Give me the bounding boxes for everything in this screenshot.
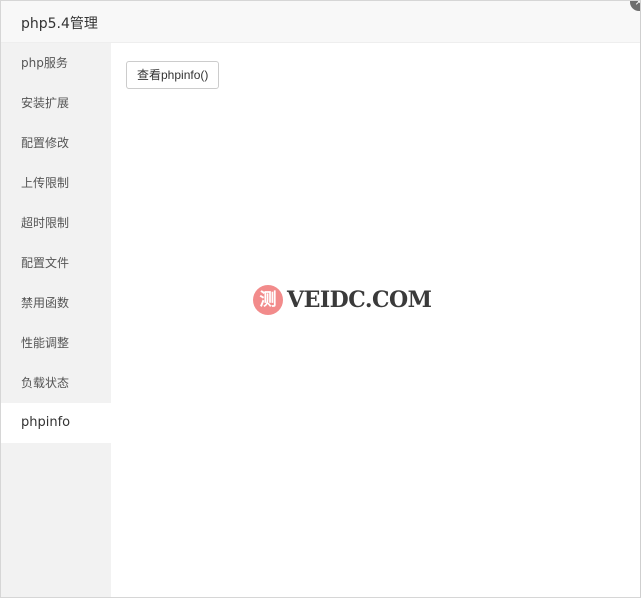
sidebar-item-disabled-functions[interactable]: 禁用函数 [1,283,111,323]
close-icon[interactable]: × [630,1,640,11]
content-panel: 查看phpinfo() [111,43,640,597]
sidebar-item-php-service[interactable]: php服务 [1,43,111,83]
sidebar-item-timeout-limit[interactable]: 超时限制 [1,203,111,243]
view-phpinfo-button[interactable]: 查看phpinfo() [126,61,220,89]
sidebar-item-config-file[interactable]: 配置文件 [1,243,111,283]
sidebar-item-load-status[interactable]: 负载状态 [1,363,111,403]
sidebar-item-upload-limit[interactable]: 上传限制 [1,163,111,203]
dialog-title: php5.4管理 [21,16,98,32]
sidebar-item-performance-tuning[interactable]: 性能调整 [1,323,111,363]
watermark-text: VEIDC.COM [287,287,432,313]
sidebar-item-config-edit[interactable]: 配置修改 [1,123,111,163]
watermark-badge: 测 [253,285,283,315]
close-button-wrap: × [628,1,640,13]
watermark-logo: 测 VEIDC.COM [253,285,432,315]
sidebar-item-phpinfo[interactable]: phpinfo [1,403,111,443]
sidebar-item-install-extensions[interactable]: 安装扩展 [1,83,111,123]
sidebar-menu: php服务 安装扩展 配置修改 上传限制 超时限制 配置文件 禁用函数 性能调整… [1,43,111,597]
dialog-titlebar: php5.4管理 × [1,1,640,43]
